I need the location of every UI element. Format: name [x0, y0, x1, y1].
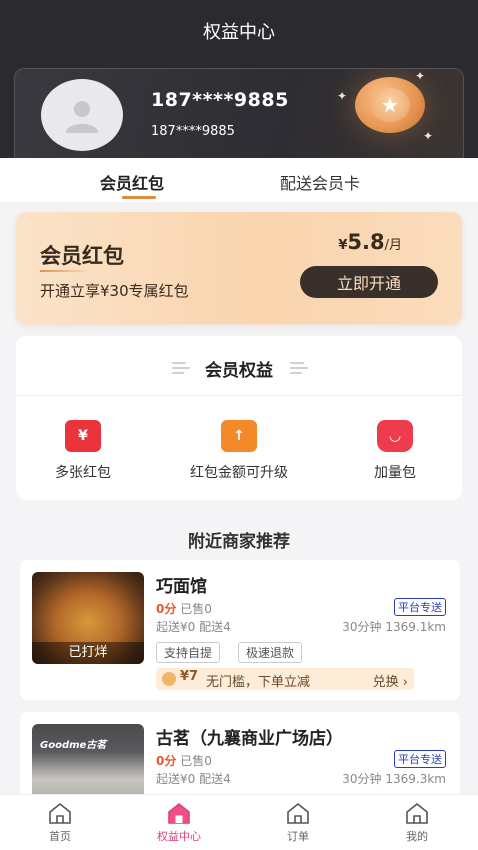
red-envelope-icon: ¥ [65, 420, 101, 452]
closed-tag: 已打烊 [32, 642, 144, 664]
shop-fee: 起送¥0 配送4 [156, 772, 231, 786]
rights-title: 会员权益 [205, 361, 273, 381]
vip-description: 开通立享¥30专属红包 [40, 282, 189, 300]
star-icon: ★ [370, 88, 410, 122]
service-tag: 支持自提 [156, 642, 221, 663]
member-rights-panel: 会员权益 ¥ 多张红包 ↑ 红包金额可升级 ◡ 加量包 [16, 336, 462, 500]
vip-title-underline [40, 270, 92, 272]
shop-distance: 30分钟 1369.3km [342, 772, 446, 786]
price-period: /月 [384, 238, 402, 253]
nav-home[interactable]: 首页 [20, 801, 100, 844]
coupon-desc: 无门槛，下单立减 [206, 675, 311, 690]
page-title: 权益中心 [203, 22, 275, 43]
nav-rights-center[interactable]: 权益中心 [139, 801, 219, 844]
benefit-label: 多张红包 [55, 465, 111, 481]
shop-name: 古茗（九襄商业广场店） [156, 729, 343, 749]
shop-name: 巧面馆 [156, 577, 207, 597]
upgrade-icon: ↑ [221, 420, 257, 452]
price-amount: 5.8 [347, 230, 385, 254]
profile-card: 187****9885 187****9885 ✦ ✦ ✦ ★ [14, 68, 464, 164]
coupon-amount: ¥7 [180, 669, 199, 684]
shop-image: 已打烊 [32, 572, 144, 664]
shop-score: 0分 已售0 [156, 602, 212, 616]
tab-delivery-card[interactable]: 配送会员卡 [280, 170, 360, 194]
benefit-upgrade[interactable]: ↑ 红包金额可升级 [164, 420, 314, 482]
shop-card[interactable]: Goodme古茗 古茗（九襄商业广场店） 0分 已售0 平台专送 起送¥0 配送… [20, 712, 460, 802]
home-icon [168, 802, 190, 824]
shop-image: Goodme古茗 [32, 724, 144, 802]
gift-bag-icon: ◡ [377, 420, 413, 452]
vip-title: 会员红包 [40, 244, 124, 268]
chevron-right-icon: › [402, 675, 408, 690]
nearby-shops-title: 附近商家推荐 [188, 532, 290, 552]
phone-number-secondary: 187****9885 [151, 124, 235, 139]
bottom-nav: 首页 权益中心 订单 我的 [0, 794, 478, 850]
phone-number: 187****9885 [151, 89, 289, 111]
redeem-button[interactable]: 兑换 › [373, 671, 408, 690]
home-icon [406, 802, 428, 824]
tab-bar: 会员红包 配送会员卡 [0, 158, 478, 202]
store-sign: Goodme古茗 [40, 740, 107, 751]
benefit-bonus-pack[interactable]: ◡ 加量包 [320, 420, 470, 482]
nav-label: 首页 [49, 830, 71, 843]
shop-distance: 30分钟 1369.1km [342, 620, 446, 634]
vip-card: 会员红包 开通立享¥30专属红包 ¥5.8/月 立即开通 [16, 212, 462, 324]
sparkle-icon: ✦ [423, 129, 434, 143]
nav-label: 我的 [406, 830, 428, 843]
benefit-label: 加量包 [374, 465, 416, 481]
nav-label: 权益中心 [157, 830, 201, 843]
shop-fee: 起送¥0 配送4 [156, 620, 231, 634]
platform-delivery-badge: 平台专送 [394, 750, 446, 768]
nav-label: 订单 [287, 830, 309, 843]
nav-orders[interactable]: 订单 [258, 801, 338, 844]
benefit-label: 红包金额可升级 [190, 465, 288, 481]
shop-score: 0分 已售0 [156, 754, 212, 768]
coin-icon: ★ [355, 77, 425, 133]
home-icon [287, 802, 309, 824]
user-icon [66, 101, 98, 133]
coupon-icon [162, 672, 176, 686]
rights-header: 会员权益 [16, 336, 462, 396]
coupon-bar[interactable]: ¥7 无门槛，下单立减 兑换 › [156, 668, 414, 690]
sparkle-icon: ✦ [415, 69, 426, 83]
decor-lines-icon [290, 362, 308, 377]
avatar[interactable] [41, 79, 123, 151]
service-tag: 极速退款 [238, 642, 303, 663]
open-membership-button[interactable]: 立即开通 [300, 266, 438, 298]
nav-mine[interactable]: 我的 [377, 801, 457, 844]
platform-delivery-badge: 平台专送 [394, 598, 446, 616]
benefit-multiple-redpackets[interactable]: ¥ 多张红包 [8, 420, 158, 482]
tab-member-redpacket[interactable]: 会员红包 [100, 170, 164, 194]
home-icon [49, 802, 71, 824]
vip-price: ¥5.8/月 [338, 230, 402, 254]
sparkle-icon: ✦ [337, 89, 348, 103]
shop-card[interactable]: 已打烊 巧面馆 0分 已售0 平台专送 起送¥0 配送4 30分钟 1369.1… [20, 560, 460, 700]
tab-indicator [122, 196, 156, 199]
